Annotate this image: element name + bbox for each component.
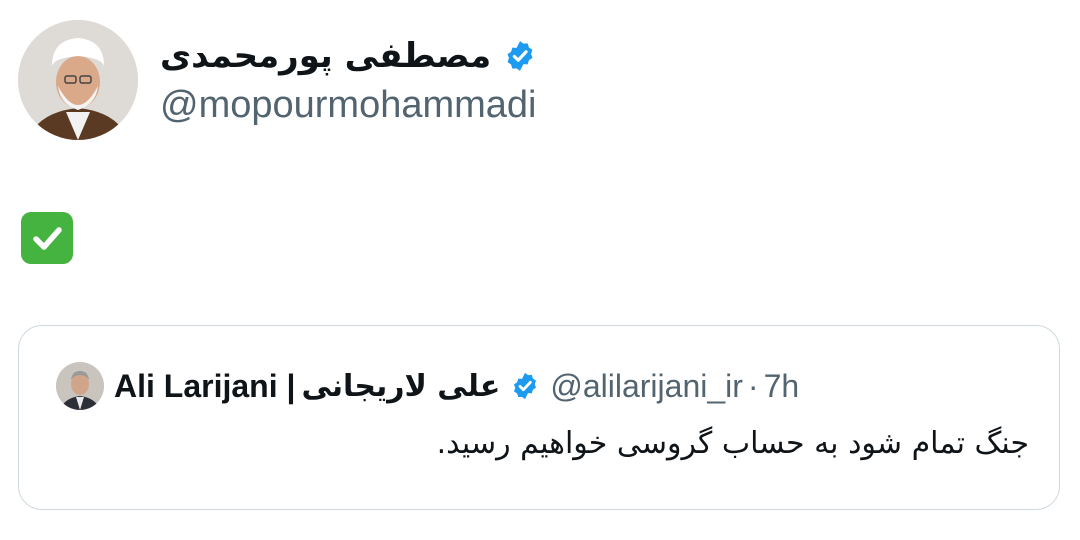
quoted-author-handle[interactable]: @alilarijani_ir — [550, 368, 743, 405]
white-heavy-check-mark-icon — [21, 212, 73, 264]
author-name-row[interactable]: مصطفی پورمحمدی — [160, 30, 537, 82]
quoted-tweet-text: جنگ تمام شود به حساب گروسی خواهیم رسید. — [436, 426, 1029, 461]
verified-badge-icon — [503, 39, 537, 73]
avatar-image — [18, 20, 138, 140]
meta-separator: · — [747, 367, 759, 404]
author-avatar[interactable] — [18, 20, 138, 140]
author-display-name[interactable]: مصطفی پورمحمدی — [160, 36, 491, 76]
quoted-author-name[interactable]: Ali Larijani | — [114, 368, 295, 405]
verified-badge-icon — [510, 371, 540, 401]
quoted-tweet-header: Ali Larijani | علی لاریجانی @alilarijani… — [114, 362, 799, 410]
quoted-tweet-timestamp[interactable]: 7h — [764, 368, 800, 405]
quoted-tweet-card[interactable]: Ali Larijani | علی لاریجانی @alilarijani… — [18, 325, 1060, 510]
quoted-avatar-image — [56, 362, 104, 410]
author-handle[interactable]: @mopourmohammadi — [160, 84, 537, 127]
quoted-author-avatar[interactable] — [56, 362, 104, 410]
quoted-author-name-fa[interactable]: علی لاریجانی — [301, 369, 500, 404]
